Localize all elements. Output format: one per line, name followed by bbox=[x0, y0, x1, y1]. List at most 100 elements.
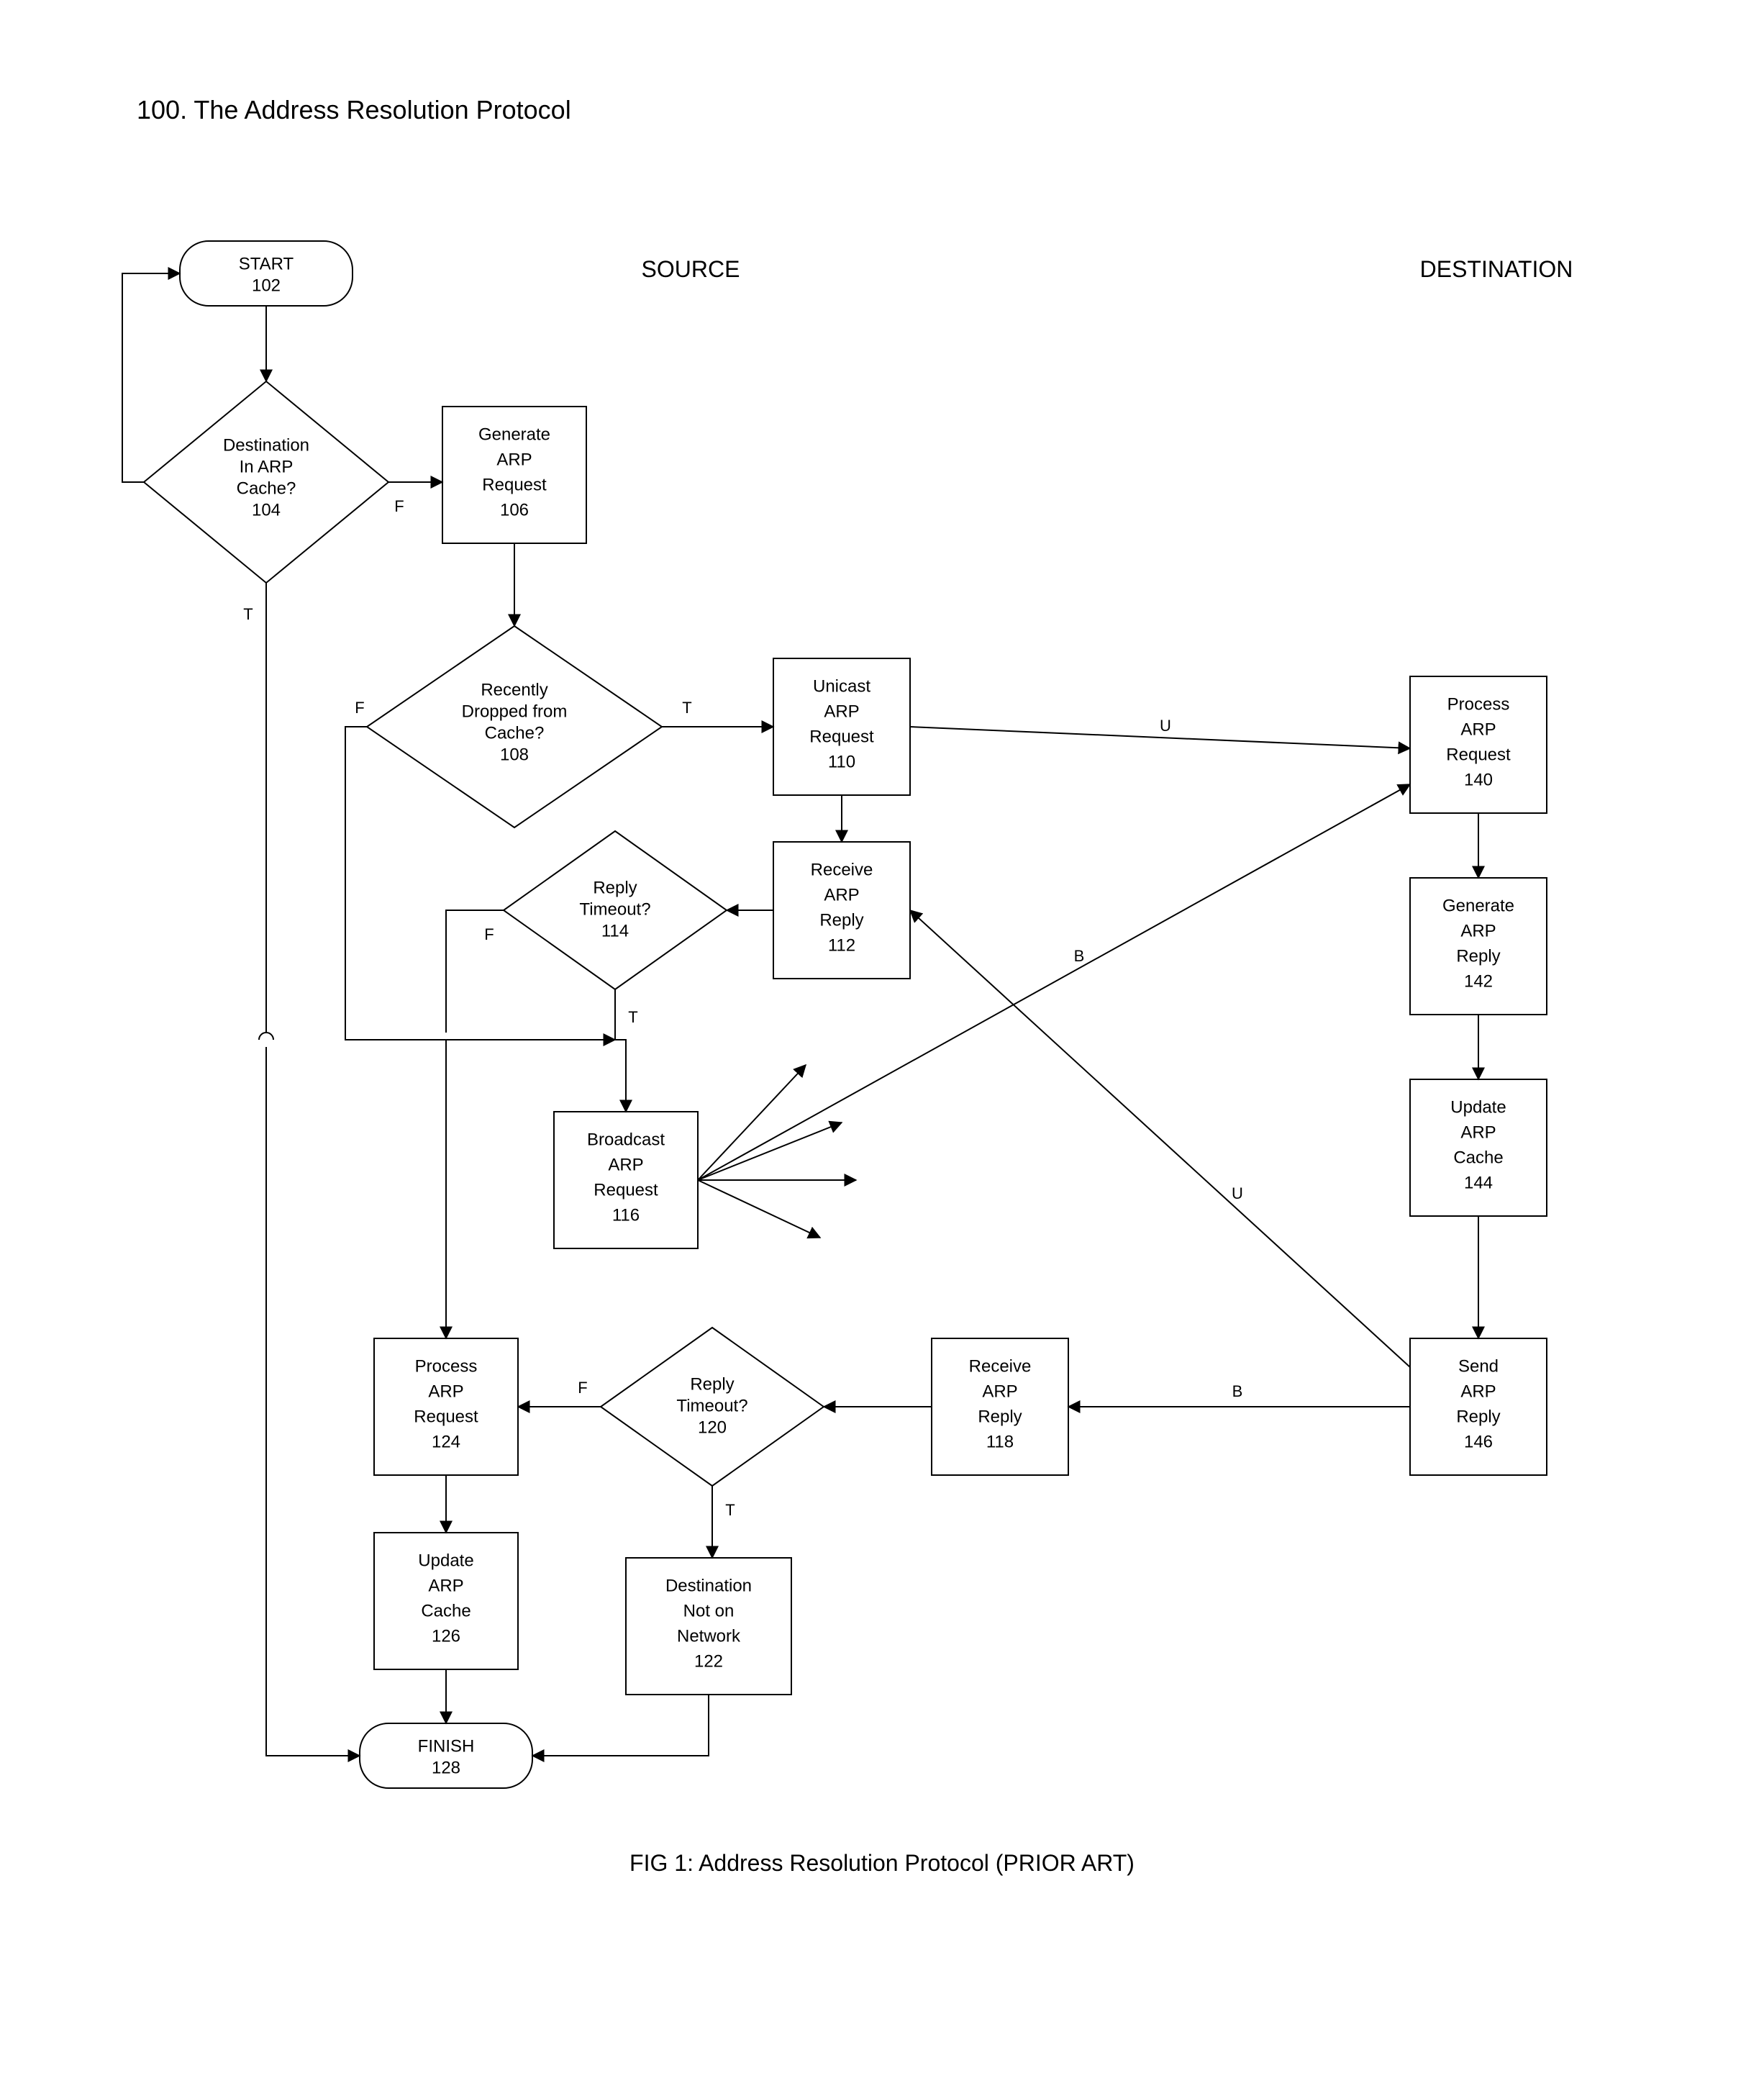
label-t-108: T bbox=[682, 699, 691, 717]
svg-text:Request: Request bbox=[594, 1180, 658, 1200]
svg-text:Recently: Recently bbox=[481, 680, 547, 699]
node-generate-request: Generate ARP Request 106 bbox=[442, 407, 586, 543]
svg-text:ARP: ARP bbox=[1460, 720, 1496, 739]
svg-text:Reply: Reply bbox=[1456, 1407, 1500, 1426]
svg-text:ARP: ARP bbox=[428, 1382, 463, 1401]
node-process-request-124: Process ARP Request 124 bbox=[374, 1338, 518, 1475]
svg-text:128: 128 bbox=[432, 1758, 460, 1777]
node-start: START 102 bbox=[180, 241, 353, 306]
edge-jumper bbox=[259, 1033, 273, 1040]
svg-text:Unicast: Unicast bbox=[813, 676, 870, 696]
svg-text:Network: Network bbox=[677, 1626, 741, 1646]
node-unicast-request: Unicast ARP Request 110 bbox=[773, 658, 910, 795]
node-generate-reply-142: Generate ARP Reply 142 bbox=[1410, 878, 1547, 1015]
label-b-146: B bbox=[1232, 1382, 1243, 1400]
svg-text:Reply: Reply bbox=[593, 878, 637, 897]
svg-text:Update: Update bbox=[418, 1551, 473, 1570]
label-t-104: T bbox=[243, 605, 253, 623]
node-reply-timeout-120: Reply Timeout? 120 bbox=[601, 1328, 824, 1486]
svg-text:Not on: Not on bbox=[683, 1601, 735, 1620]
svg-text:Destination: Destination bbox=[665, 1576, 752, 1595]
label-t-120: T bbox=[725, 1501, 735, 1519]
svg-text:Generate: Generate bbox=[478, 425, 550, 444]
svg-text:104: 104 bbox=[252, 500, 281, 520]
svg-text:Cache: Cache bbox=[421, 1601, 470, 1620]
svg-text:ARP: ARP bbox=[1460, 921, 1496, 940]
node-finish: FINISH 128 bbox=[360, 1723, 532, 1788]
svg-text:Dropped from: Dropped from bbox=[462, 702, 568, 721]
svg-text:Reply: Reply bbox=[690, 1374, 734, 1394]
label-f-108: F bbox=[355, 699, 364, 717]
label-t-114: T bbox=[628, 1008, 637, 1026]
edge-recently-f-down bbox=[345, 727, 446, 1040]
svg-text:ARP: ARP bbox=[1460, 1123, 1496, 1142]
broadcast-fan-icon bbox=[698, 1065, 856, 1238]
svg-text:Broadcast: Broadcast bbox=[587, 1130, 665, 1149]
svg-text:ARP: ARP bbox=[496, 450, 532, 469]
svg-text:126: 126 bbox=[432, 1626, 460, 1646]
svg-text:110: 110 bbox=[828, 752, 855, 771]
svg-text:Generate: Generate bbox=[1442, 896, 1514, 915]
svg-text:120: 120 bbox=[698, 1418, 727, 1437]
edge-122-finish bbox=[532, 1695, 709, 1756]
svg-text:Reply: Reply bbox=[819, 910, 863, 930]
svg-text:108: 108 bbox=[500, 745, 529, 764]
node-process-request-140: Process ARP Request 140 bbox=[1410, 676, 1547, 813]
node-receive-reply-118: Receive ARP Reply 118 bbox=[932, 1338, 1068, 1475]
svg-text:112: 112 bbox=[828, 935, 855, 955]
svg-text:Process: Process bbox=[415, 1356, 478, 1376]
svg-text:124: 124 bbox=[432, 1432, 460, 1451]
svg-text:ARP: ARP bbox=[1460, 1382, 1496, 1401]
edge-timeout114-t-broadcast bbox=[615, 989, 626, 1112]
edge-timeout114-f bbox=[446, 910, 504, 1033]
svg-text:Receive: Receive bbox=[969, 1356, 1032, 1376]
svg-text:Reply: Reply bbox=[1456, 946, 1500, 966]
node-not-on-network: Destination Not on Network 122 bbox=[626, 1558, 791, 1695]
svg-text:In ARP: In ARP bbox=[240, 457, 294, 476]
svg-text:Timeout?: Timeout? bbox=[676, 1396, 747, 1415]
svg-text:Request: Request bbox=[482, 475, 547, 494]
figure-caption: FIG 1: Address Resolution Protocol (PRIO… bbox=[629, 1850, 1135, 1876]
svg-text:144: 144 bbox=[1464, 1173, 1493, 1192]
node-in-cache: Destination In ARP Cache? 104 bbox=[144, 381, 388, 583]
svg-text:Reply: Reply bbox=[978, 1407, 1022, 1426]
svg-text:Cache?: Cache? bbox=[237, 479, 296, 498]
node-recently-dropped: Recently Dropped from Cache? 108 bbox=[367, 626, 662, 827]
svg-text:102: 102 bbox=[252, 276, 281, 295]
source-header: SOURCE bbox=[642, 256, 740, 282]
label-f-104: F bbox=[394, 497, 404, 515]
svg-text:118: 118 bbox=[986, 1432, 1014, 1451]
svg-text:140: 140 bbox=[1464, 770, 1493, 789]
label-u-146: U bbox=[1232, 1184, 1243, 1202]
node-reply-timeout-114: Reply Timeout? 114 bbox=[504, 831, 727, 989]
svg-text:122: 122 bbox=[694, 1651, 723, 1671]
node-update-cache-126: Update ARP Cache 126 bbox=[374, 1533, 518, 1669]
svg-text:ARP: ARP bbox=[824, 885, 859, 904]
svg-text:Cache: Cache bbox=[1453, 1148, 1503, 1167]
flowchart: 100. The Address Resolution Protocol SOU… bbox=[0, 0, 1764, 2086]
svg-text:Timeout?: Timeout? bbox=[579, 899, 650, 919]
svg-text:142: 142 bbox=[1464, 971, 1493, 991]
svg-text:FINISH: FINISH bbox=[418, 1736, 475, 1756]
svg-text:ARP: ARP bbox=[608, 1155, 643, 1174]
svg-text:Send: Send bbox=[1458, 1356, 1499, 1376]
svg-text:116: 116 bbox=[612, 1205, 640, 1225]
node-update-cache-144: Update ARP Cache 144 bbox=[1410, 1079, 1547, 1216]
label-f-120: F bbox=[578, 1379, 587, 1397]
node-broadcast-request: Broadcast ARP Request 116 bbox=[554, 1112, 698, 1248]
label-u-110: U bbox=[1160, 717, 1171, 735]
label-b-116: B bbox=[1074, 947, 1085, 965]
node-send-reply-146: Send ARP Reply 146 bbox=[1410, 1338, 1547, 1475]
edge-146-u-112 bbox=[910, 910, 1410, 1367]
svg-text:146: 146 bbox=[1464, 1432, 1493, 1451]
svg-text:Request: Request bbox=[809, 727, 874, 746]
svg-text:Receive: Receive bbox=[811, 860, 873, 879]
page-title: 100. The Address Resolution Protocol bbox=[137, 95, 571, 124]
svg-text:Request: Request bbox=[1446, 745, 1511, 764]
svg-text:Update: Update bbox=[1450, 1097, 1506, 1117]
svg-text:ARP: ARP bbox=[982, 1382, 1017, 1401]
svg-text:106: 106 bbox=[500, 500, 529, 520]
svg-text:Cache?: Cache? bbox=[485, 723, 545, 743]
svg-text:Process: Process bbox=[1447, 694, 1510, 714]
label-f-114: F bbox=[484, 925, 494, 943]
